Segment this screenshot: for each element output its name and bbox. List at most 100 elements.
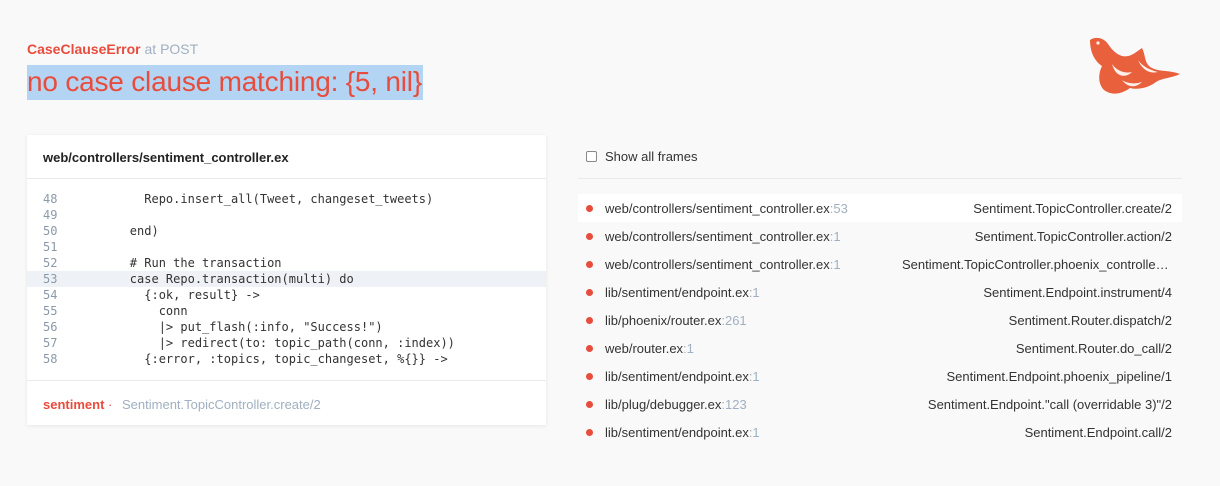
code-line: 54 {:ok, result} -> [27, 287, 546, 303]
code-line: 58 {:error, :topics, topic_changeset, %{… [27, 351, 546, 367]
frame-line-number: :1 [683, 340, 694, 356]
frame-file-path: lib/sentiment/endpoint.ex [605, 424, 749, 440]
line-code: |> redirect(to: topic_path(conn, :index)… [72, 336, 455, 350]
frame-function: Sentiment.Endpoint."call (overridable 3)… [927, 396, 1172, 412]
exception-line: CaseClauseError at POST [27, 40, 423, 58]
frame-file-path: lib/phoenix/router.ex [605, 312, 722, 328]
code-line: 55 conn [27, 303, 546, 319]
stack-frame[interactable]: lib/plug/debugger.ex:123 Sentiment.Endpoi… [578, 390, 1182, 418]
frame-function: Sentiment.Router.do_call/2 [1015, 340, 1172, 356]
frame-function: Sentiment.TopicController.phoenix_contro… [902, 256, 1172, 272]
code-footer: sentiment · Sentiment.TopicController.cr… [27, 380, 546, 425]
line-number: 53 [43, 272, 58, 286]
frame-function: Sentiment.Endpoint.call/2 [1024, 424, 1172, 440]
code-line: 51 [27, 239, 546, 255]
code-line: 53 case Repo.transaction(multi) do [27, 271, 546, 287]
show-all-frames-toggle[interactable]: Show all frames [578, 135, 1182, 179]
line-code: {:error, :topics, topic_changeset, %{}} … [72, 352, 448, 366]
frame-file-path: web/controllers/sentiment_controller.ex [605, 200, 830, 216]
line-number: 50 [43, 224, 58, 238]
line-number: 55 [43, 304, 58, 318]
frame-line-number: :53 [829, 200, 848, 216]
line-code: {:ok, result} -> [72, 288, 260, 302]
line-number: 57 [43, 336, 58, 350]
frame-file-path: web/router.ex [605, 340, 684, 356]
phoenix-logo-icon [1090, 37, 1180, 94]
error-header: CaseClauseError at POST no case clause m… [27, 40, 423, 100]
stack-frame[interactable]: web/router.ex:1 Sentiment.Router.do_call/… [578, 334, 1182, 362]
frame-file: lib/plug/debugger.ex:123 [605, 397, 747, 412]
stack-frames-list: web/controllers/sentiment_controller.ex:… [578, 194, 1182, 446]
frame-line-number: :1 [748, 424, 760, 440]
line-number: 54 [43, 288, 58, 302]
code-line: 57 |> redirect(to: topic_path(conn, :ind… [27, 335, 546, 351]
line-code: |> put_flash(:info, "Success!") [72, 320, 383, 334]
frame-file-path: web/controllers/sentiment_controller.ex [605, 256, 830, 272]
exception-name: CaseClauseError [27, 41, 141, 57]
stack-frame[interactable]: lib/sentiment/endpoint.ex:1 Sentiment.End… [578, 278, 1182, 306]
code-line: 52 # Run the transaction [27, 255, 546, 271]
app-separator: · [108, 397, 113, 412]
footer-function: Sentiment.TopicController.create/2 [122, 397, 321, 412]
frame-function: Sentiment.Endpoint.phoenix_pipeline/1 [946, 368, 1172, 384]
frame-line-number: :1 [748, 284, 760, 300]
frame-file-path: lib/sentiment/endpoint.ex [605, 368, 749, 384]
code-lines: 48 Repo.insert_all(Tweet, changeset_twee… [27, 179, 546, 367]
show-all-frames-checkbox[interactable] [586, 151, 597, 162]
frame-dot-icon [586, 400, 593, 408]
frame-dot-icon [586, 428, 593, 436]
line-number: 58 [43, 352, 58, 366]
error-message: no case clause matching: {5, nil} [27, 65, 423, 100]
stack-frame[interactable]: lib/sentiment/endpoint.ex:1 Sentiment.End… [578, 418, 1182, 446]
frame-dot-icon [586, 344, 593, 352]
code-line: 48 Repo.insert_all(Tweet, changeset_twee… [27, 191, 546, 207]
frame-dot-icon [586, 372, 593, 380]
line-code: end) [72, 224, 159, 238]
frame-file: lib/sentiment/endpoint.ex:1 [605, 369, 760, 384]
frame-dot-icon [586, 288, 593, 296]
show-all-frames-label[interactable]: Show all frames [605, 149, 697, 164]
frame-line-number: :1 [829, 256, 841, 272]
frame-function: Sentiment.TopicController.action/2 [974, 228, 1172, 244]
frame-file: lib/sentiment/endpoint.ex:1 [605, 285, 760, 300]
frame-file: web/controllers/sentiment_controller.ex:… [605, 201, 848, 216]
frame-line-number: :123 [721, 396, 747, 412]
frame-dot-icon [586, 232, 593, 240]
frame-file-path: lib/plug/debugger.ex [605, 396, 722, 412]
line-number: 49 [43, 208, 58, 222]
stack-frame[interactable]: lib/sentiment/endpoint.ex:1 Sentiment.End… [578, 362, 1182, 390]
frame-file: web/controllers/sentiment_controller.ex:… [605, 229, 841, 244]
frame-file: lib/phoenix/router.ex:261 [605, 313, 747, 328]
line-code: Repo.insert_all(Tweet, changeset_tweets) [72, 192, 434, 206]
code-file-path: web/controllers/sentiment_controller.ex [27, 135, 546, 179]
line-number: 52 [43, 256, 58, 270]
frame-line-number: :261 [721, 312, 747, 328]
line-code: # Run the transaction [72, 256, 282, 270]
frame-dot-icon [586, 316, 593, 324]
frame-file: web/controllers/sentiment_controller.ex:… [605, 257, 841, 272]
frame-function: Sentiment.Endpoint.instrument/4 [983, 284, 1172, 300]
line-number: 48 [43, 192, 58, 206]
frame-function: Sentiment.Router.dispatch/2 [1008, 312, 1172, 328]
line-code: case Repo.transaction(multi) do [72, 272, 354, 286]
frame-file: web/router.ex:1 [605, 341, 694, 356]
line-number: 51 [43, 240, 58, 254]
code-line: 56 |> put_flash(:info, "Success!") [27, 319, 546, 335]
stack-frame[interactable]: web/controllers/sentiment_controller.ex:… [578, 194, 1182, 222]
stack-frame[interactable]: web/controllers/sentiment_controller.ex:… [578, 250, 1182, 278]
stack-frames-panel: Show all frames web/controllers/sentimen… [578, 135, 1182, 446]
frame-dot-icon [586, 260, 593, 268]
stack-frame[interactable]: web/controllers/sentiment_controller.ex:… [578, 222, 1182, 250]
line-number: 56 [43, 320, 58, 334]
frame-file-path: lib/sentiment/endpoint.ex [605, 284, 749, 300]
line-code: conn [72, 304, 188, 318]
code-line: 49 [27, 207, 546, 223]
code-line: 50 end) [27, 223, 546, 239]
frame-line-number: :1 [748, 368, 760, 384]
code-snippet-panel: web/controllers/sentiment_controller.ex … [27, 135, 546, 425]
exception-location: at POST [144, 41, 199, 57]
frame-dot-icon [586, 204, 593, 212]
frame-line-number: :1 [829, 228, 841, 244]
stack-frame[interactable]: lib/phoenix/router.ex:261 Sentiment.Route… [578, 306, 1182, 334]
frame-file-path: web/controllers/sentiment_controller.ex [605, 228, 830, 244]
